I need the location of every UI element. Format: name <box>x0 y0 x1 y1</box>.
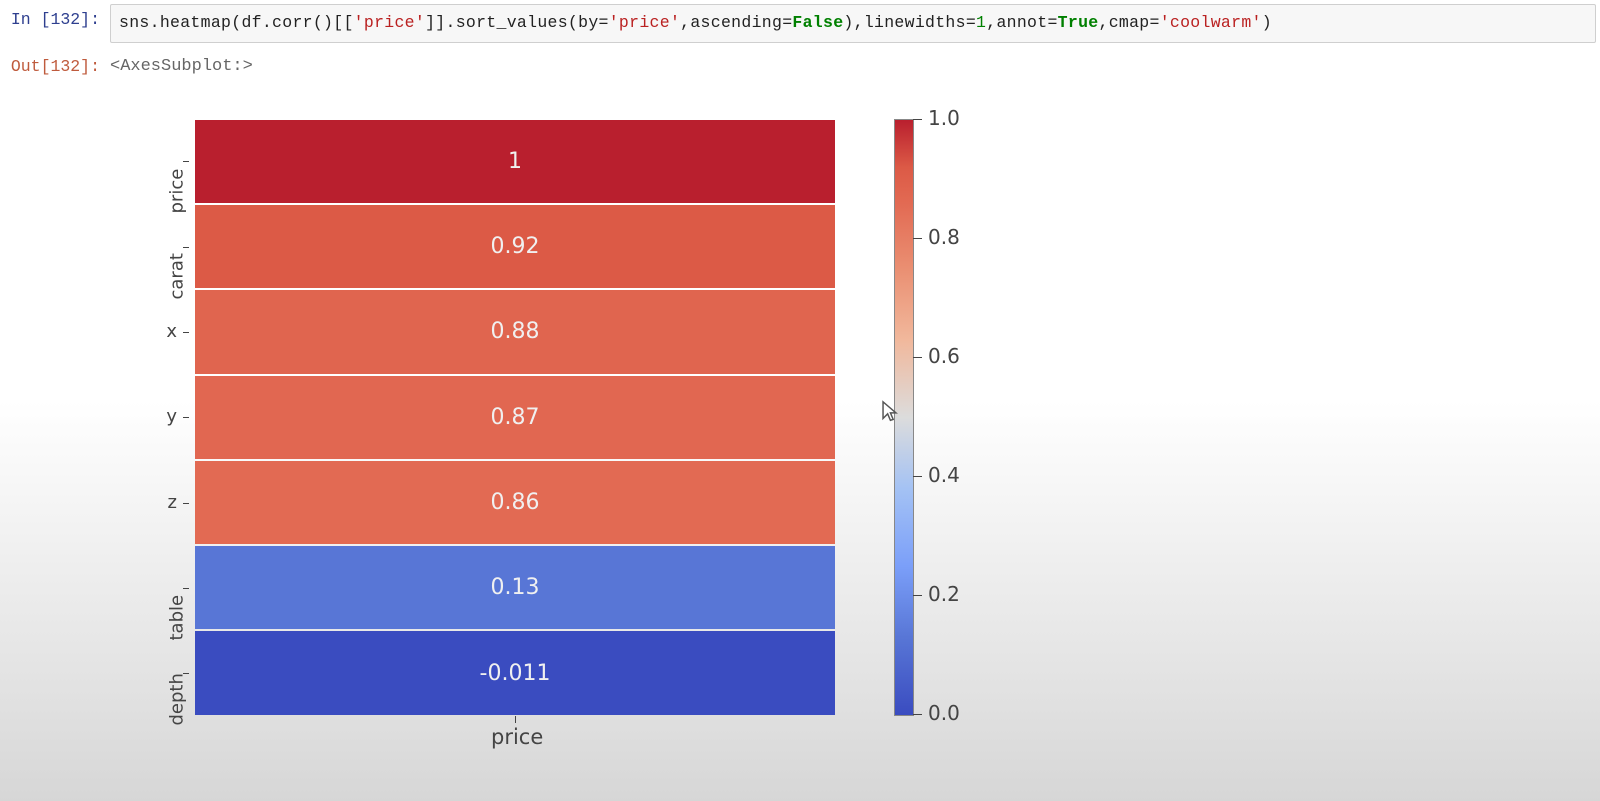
jupyter-output-cell: Out[132]: <AxesSubplot:> <box>0 47 1600 80</box>
y-tick-label: table <box>167 598 188 640</box>
code-token: ()[[ <box>313 13 354 32</box>
code-token: annot <box>996 13 1047 32</box>
code-token: by <box>578 13 598 32</box>
heatmap-annotation: 1 <box>508 149 522 174</box>
code-token: cmap <box>1109 13 1150 32</box>
heatmap-cells: 1 0.92 0.88 0.87 0.86 0.13 -0.011 <box>195 120 835 715</box>
code-token: linewidths <box>864 13 966 32</box>
code-token: sort_values <box>456 13 568 32</box>
code-token: = <box>966 13 976 32</box>
code-token: sns <box>119 13 150 32</box>
heatmap-row-depth: -0.011 <box>195 631 835 714</box>
y-tick-label: carat <box>167 257 188 299</box>
code-token: ) <box>1262 13 1272 32</box>
code-token: ( <box>231 13 241 32</box>
code-token: corr <box>272 13 313 32</box>
heatmap-annotation: 0.88 <box>491 319 540 344</box>
code-token: = <box>1150 13 1160 32</box>
colorbar-tick-mark <box>913 476 922 477</box>
y-tick-label: x <box>135 321 177 342</box>
code-token: 'price' <box>354 13 425 32</box>
heatmap-annotation: -0.011 <box>480 661 551 686</box>
heatmap-row-carat: 0.92 <box>195 205 835 288</box>
x-axis-label: price <box>491 725 543 749</box>
y-axis-labels: pricecaratxyztabledepth <box>135 120 187 715</box>
output-prompt: Out[132]: <box>0 51 110 76</box>
code-token: . <box>150 13 160 32</box>
y-tick-label: z <box>135 492 177 513</box>
heatmap-annotation: 0.92 <box>491 234 540 259</box>
heatmap-row-x: 0.88 <box>195 290 835 373</box>
colorbar-tick-mark <box>913 238 922 239</box>
colorbar-tick-mark <box>913 595 922 596</box>
colorbar-ticks: 1.00.80.60.40.20.0 <box>913 120 973 715</box>
heatmap-annotation: 0.87 <box>491 405 540 430</box>
colorbar-tick-mark <box>913 357 922 358</box>
code-token: heatmap <box>160 13 231 32</box>
jupyter-input-cell: In [132]: sns.heatmap(df.corr()[['price'… <box>0 0 1600 47</box>
code-token: = <box>1047 13 1057 32</box>
code-token: ( <box>568 13 578 32</box>
heatmap-annotation: 0.13 <box>491 575 540 600</box>
colorbar-tick-label: 0.8 <box>928 225 960 249</box>
mouse-cursor-icon <box>880 400 899 424</box>
colorbar-tick-label: 0.2 <box>928 582 960 606</box>
heatmap-annotation: 0.86 <box>491 490 540 515</box>
code-token: False <box>792 13 843 32</box>
y-tick-label: y <box>135 406 177 427</box>
code-token: True <box>1058 13 1099 32</box>
code-token: , <box>1098 13 1108 32</box>
code-token: df <box>241 13 261 32</box>
heatmap-row-price: 1 <box>195 120 835 203</box>
colorbar-tick-mark <box>913 119 922 120</box>
code-token: , <box>680 13 690 32</box>
y-tick-mark <box>183 588 189 589</box>
colorbar-tick-label: 0.0 <box>928 701 960 725</box>
code-token: ]]. <box>425 13 456 32</box>
heatmap-figure: price carat x y z table depth 1 0.92 0.88 0.87 0.8… <box>135 120 985 750</box>
y-tick-mark <box>183 332 189 333</box>
heatmap-row-z: 0.86 <box>195 461 835 544</box>
code-token: 'coolwarm' <box>1160 13 1262 32</box>
y-tick-mark <box>183 503 189 504</box>
heatmap-row-y: 0.87 <box>195 376 835 459</box>
y-tick-label: depth <box>167 684 188 726</box>
input-prompt: In [132]: <box>0 4 110 29</box>
y-tick-mark <box>183 417 189 418</box>
colorbar-tick-label: 0.4 <box>928 463 960 487</box>
code-token: . <box>262 13 272 32</box>
x-axis-tick <box>515 716 516 723</box>
code-token: = <box>782 13 792 32</box>
y-tick-mark <box>183 247 189 248</box>
code-token: = <box>599 13 609 32</box>
code-token: ), <box>843 13 863 32</box>
colorbar-tick-label: 1.0 <box>928 106 960 130</box>
y-tick-mark <box>183 673 189 674</box>
code-token: ascending <box>690 13 782 32</box>
code-token: 1 <box>976 13 986 32</box>
y-tick-mark <box>183 161 189 162</box>
colorbar-tick-mark <box>913 714 922 715</box>
code-token: , <box>986 13 996 32</box>
y-tick-label: price <box>167 172 188 214</box>
code-token: 'price' <box>609 13 680 32</box>
colorbar-tick-label: 0.6 <box>928 344 960 368</box>
code-editor[interactable]: sns.heatmap(df.corr()[['price']].sort_va… <box>110 4 1596 43</box>
output-repr: <AxesSubplot:> <box>110 51 253 76</box>
heatmap-row-table: 0.13 <box>195 546 835 629</box>
